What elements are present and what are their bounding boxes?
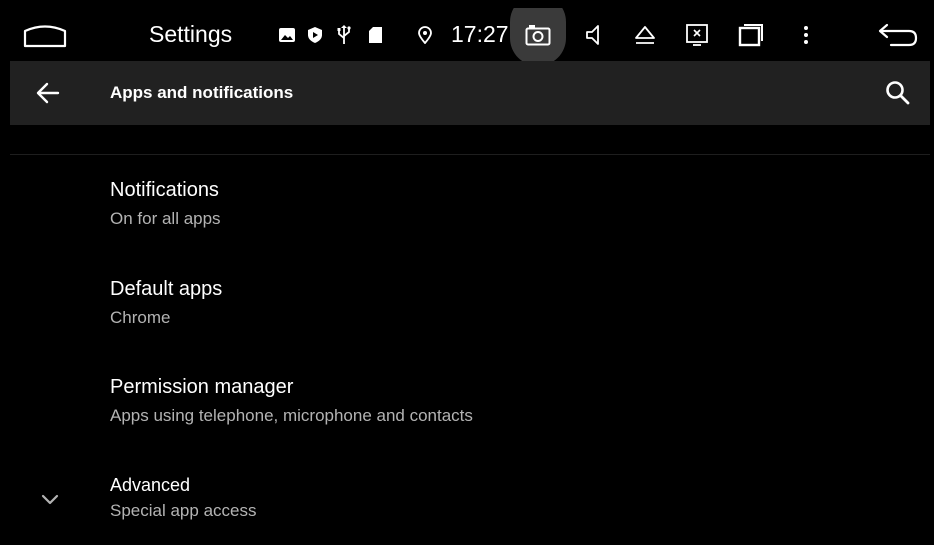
page-title: Apps and notifications bbox=[110, 83, 294, 102]
sd-card-icon bbox=[364, 8, 386, 61]
status-bar: Settings 17:27 bbox=[10, 8, 930, 66]
search-icon[interactable] bbox=[884, 79, 912, 107]
list-item-subtitle: On for all apps bbox=[110, 209, 221, 228]
status-time: 17:27 bbox=[451, 21, 509, 47]
list-item-title: Notifications bbox=[110, 179, 219, 201]
more-vert-icon[interactable] bbox=[796, 8, 816, 61]
list-item-permission-manager[interactable]: Permission manager Apps using telephone,… bbox=[10, 363, 930, 453]
arrow-back-icon[interactable] bbox=[34, 79, 62, 107]
list-item-title: Permission manager bbox=[110, 376, 294, 398]
home-icon[interactable] bbox=[20, 8, 70, 61]
usb-icon bbox=[334, 8, 354, 61]
status-app-name: Settings bbox=[149, 21, 233, 47]
eject-icon[interactable] bbox=[630, 8, 660, 61]
list-item-notifications[interactable]: Notifications On for all apps bbox=[10, 166, 930, 256]
list-item-title: Default apps bbox=[110, 278, 223, 300]
screen-close-icon[interactable] bbox=[682, 8, 712, 61]
list-item-title: Advanced bbox=[110, 475, 191, 495]
back-icon[interactable] bbox=[874, 8, 922, 61]
list-item-advanced[interactable]: Advanced Special app access bbox=[10, 463, 930, 541]
settings-screen: Settings 17:27 Apps and notifications No… bbox=[10, 8, 930, 541]
location-icon bbox=[414, 8, 436, 61]
shield-notification-icon bbox=[304, 8, 326, 61]
image-notification-icon bbox=[276, 8, 298, 61]
recent-apps-icon[interactable] bbox=[734, 8, 768, 61]
camera-icon[interactable] bbox=[522, 8, 554, 61]
list-item-subtitle: Special app access bbox=[110, 501, 257, 520]
chevron-down-icon bbox=[38, 487, 62, 511]
list-divider bbox=[10, 154, 930, 155]
list-item-subtitle: Apps using telephone, microphone and con… bbox=[110, 406, 473, 425]
list-item-default-apps[interactable]: Default apps Chrome bbox=[10, 265, 930, 355]
app-bar: Apps and notifications bbox=[10, 61, 930, 125]
list-item-subtitle: Chrome bbox=[110, 308, 171, 327]
volume-icon[interactable] bbox=[580, 8, 608, 61]
